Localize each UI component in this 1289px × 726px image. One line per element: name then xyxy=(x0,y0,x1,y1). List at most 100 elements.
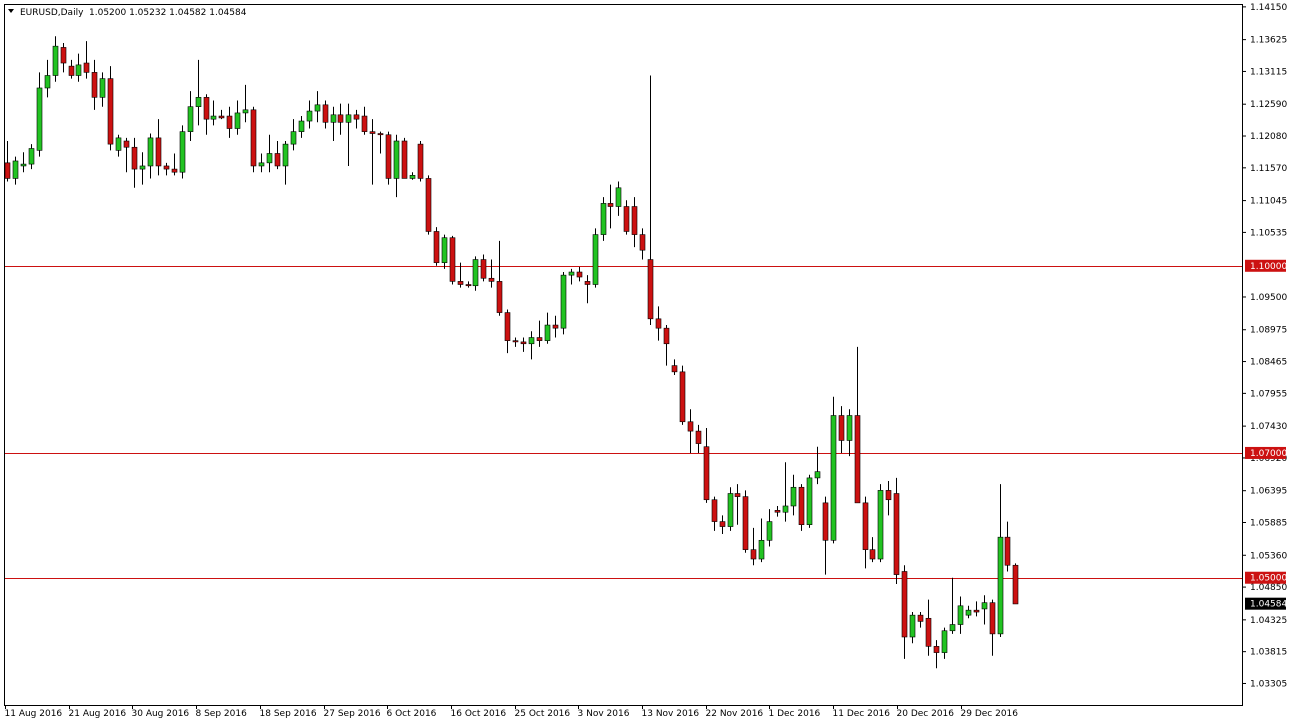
time-tick-label: 8 Sep 2016 xyxy=(196,709,248,719)
candle-body-bull xyxy=(242,109,249,114)
time-tick-label: 30 Aug 2016 xyxy=(132,709,190,719)
candle-body-bear xyxy=(123,140,130,148)
ohlc-label: 1.05200 1.05232 1.04582 1.04584 xyxy=(89,8,247,18)
candle-body-bear xyxy=(711,499,718,522)
price-tick-label: 1.11045 xyxy=(1250,197,1287,207)
candle xyxy=(425,175,432,235)
candle-body-bull xyxy=(290,131,297,145)
candle-body-bull xyxy=(306,110,313,122)
candle-body-bull xyxy=(115,137,122,151)
candle-body-bull xyxy=(560,274,567,329)
candle xyxy=(592,228,599,288)
candle-body-bear xyxy=(433,231,440,263)
candle-body-bear xyxy=(107,78,114,145)
candle-body-bear xyxy=(750,549,757,560)
time-tick-label: 20 Dec 2016 xyxy=(897,709,955,719)
candle xyxy=(1012,563,1019,605)
candle-body-bull xyxy=(20,163,27,167)
chart-background xyxy=(0,0,1289,726)
price-tick-label: 1.06395 xyxy=(1250,487,1287,497)
candle-body-bear xyxy=(631,206,638,235)
candle-body-bull xyxy=(949,624,956,632)
chart-header: EURUSD,Daily 1.05200 1.05232 1.04582 1.0… xyxy=(8,8,247,18)
candle-body-bull xyxy=(909,614,916,638)
current-price-tag-label: 1.04584 xyxy=(1250,600,1287,610)
candle-body-bull xyxy=(282,143,289,167)
time-tick-label: 11 Aug 2016 xyxy=(5,709,63,719)
candle-body-bear xyxy=(893,493,900,575)
price-tick-label: 1.13625 xyxy=(1250,36,1287,46)
candle-body-bear xyxy=(226,115,233,129)
candle-body-bull xyxy=(727,493,734,527)
time-tick-label: 16 Oct 2016 xyxy=(451,709,507,719)
candle-body-bull xyxy=(234,112,241,129)
candle-body-bear xyxy=(584,281,591,285)
candle xyxy=(600,197,607,241)
level-price-tag-label: 1.10000 xyxy=(1250,262,1287,272)
candle-body-bear xyxy=(933,646,940,653)
candle-body-bull xyxy=(195,97,202,107)
time-tick-label: 22 Nov 2016 xyxy=(706,709,764,719)
candle-body-bear xyxy=(536,337,543,341)
candle-body-bear xyxy=(68,65,75,76)
candle-body-bull xyxy=(981,602,988,610)
candle-body-bull xyxy=(44,75,51,89)
candle-body-bear xyxy=(480,259,487,279)
candle xyxy=(417,141,424,182)
candle-body-bull xyxy=(830,415,837,541)
candle xyxy=(560,272,567,335)
candle-body-bear xyxy=(465,284,472,287)
candle-body-bear xyxy=(91,72,98,98)
price-tick-label: 1.04850 xyxy=(1250,583,1287,593)
candle-body-bear xyxy=(679,371,686,423)
time-tick-label: 1 Dec 2016 xyxy=(769,709,821,719)
candle-body-bear xyxy=(869,549,876,560)
candle-body-bull xyxy=(258,162,265,167)
candle-body-bull xyxy=(187,106,194,132)
candle-body-bear xyxy=(425,178,432,232)
candle-body-bear xyxy=(639,234,646,251)
candle-body-bull xyxy=(758,539,765,560)
price-chart[interactable]: 1.14150 1.13625 1.13115 1.12590 1.12080 1.115… xyxy=(0,0,1289,726)
candle-body-bull xyxy=(393,140,400,179)
candle-body-bear xyxy=(361,115,368,132)
candle-body-bear xyxy=(647,259,654,320)
candle xyxy=(727,487,734,531)
candle-body-bull xyxy=(147,137,154,167)
candle-body-bull xyxy=(345,114,352,123)
candle-body-bear xyxy=(838,415,845,441)
price-tick-label: 1.11570 xyxy=(1250,164,1287,174)
level-price-tag-label: 1.07000 xyxy=(1250,449,1287,459)
candle-body-bull xyxy=(99,78,106,98)
candle-body-bear xyxy=(655,318,662,329)
candle-body-bear xyxy=(457,281,464,285)
candle xyxy=(401,137,408,179)
candle-body-bull xyxy=(782,505,789,513)
candle-body-bear xyxy=(369,131,376,134)
candle-body-bull xyxy=(28,148,35,165)
time-tick-label: 3 Nov 2016 xyxy=(578,709,630,719)
candle-body-bear xyxy=(862,502,869,550)
price-tick-label: 1.09500 xyxy=(1250,293,1287,303)
candle-body-bear xyxy=(449,237,456,282)
candle xyxy=(179,125,186,179)
candle xyxy=(893,477,900,584)
candle-body-bull xyxy=(52,45,59,76)
candle-body-bear xyxy=(512,340,519,343)
candle-body-bear xyxy=(401,140,408,179)
candle-body-bull xyxy=(568,271,575,276)
candle-body-bull xyxy=(409,175,416,179)
price-tick-label: 1.05360 xyxy=(1250,551,1287,561)
candle-body-bull xyxy=(36,87,43,151)
candle-body-bull xyxy=(846,415,853,441)
candle-body-bear xyxy=(385,134,392,179)
candle-body-bear xyxy=(822,502,829,541)
candle-body-bear xyxy=(171,168,178,173)
time-tick-label: 25 Oct 2016 xyxy=(515,709,571,719)
price-tick-label: 1.03305 xyxy=(1250,679,1287,689)
time-tick-label: 13 Nov 2016 xyxy=(642,709,700,719)
candle xyxy=(107,66,114,151)
candle-body-bull xyxy=(266,153,273,164)
price-tick-label: 1.07955 xyxy=(1250,389,1287,399)
candle xyxy=(806,474,813,528)
